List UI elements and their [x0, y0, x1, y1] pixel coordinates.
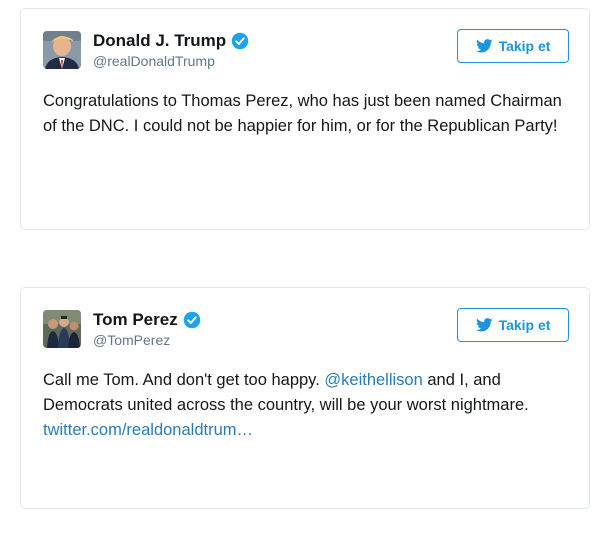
tweet-author[interactable]: Tom Perez @TomPerez: [93, 310, 201, 349]
follow-button[interactable]: Takip et: [457, 308, 569, 342]
mention-link[interactable]: @keithellison: [324, 371, 422, 389]
follow-button[interactable]: Takip et: [457, 29, 569, 63]
follow-button-label: Takip et: [498, 317, 551, 333]
tweet-text-body: Congratulations to Thomas Perez, who has…: [43, 92, 562, 135]
twitter-bird-icon: [475, 318, 493, 332]
verified-badge-icon: [231, 32, 249, 50]
avatar[interactable]: [43, 31, 81, 69]
tweet-text: Call me Tom. And don't get too happy. @k…: [43, 368, 569, 443]
avatar[interactable]: [43, 310, 81, 348]
avatar-photo: [43, 31, 81, 69]
twitter-bird-icon: [475, 39, 493, 53]
tweet-url-link[interactable]: twitter.com/realdonaldtrum…: [43, 421, 253, 439]
author-name[interactable]: Tom Perez: [93, 310, 178, 330]
embedded-tweet-card: Tom Perez @TomPerez Takip et Call me Tom…: [20, 287, 590, 509]
tweet-text-body: Call me Tom. And don't get too happy.: [43, 371, 325, 389]
tweet-text: Congratulations to Thomas Perez, who has…: [43, 89, 569, 139]
verified-badge-icon: [183, 311, 201, 329]
tweet-author[interactable]: Donald J. Trump @realDonaldTrump: [93, 31, 249, 70]
embedded-tweet-card: Donald J. Trump @realDonaldTrump Takip e…: [20, 8, 590, 230]
avatar-photo: [43, 310, 81, 348]
author-handle[interactable]: @TomPerez: [93, 331, 201, 349]
follow-button-label: Takip et: [498, 38, 551, 54]
author-name[interactable]: Donald J. Trump: [93, 31, 226, 51]
author-handle[interactable]: @realDonaldTrump: [93, 52, 249, 70]
